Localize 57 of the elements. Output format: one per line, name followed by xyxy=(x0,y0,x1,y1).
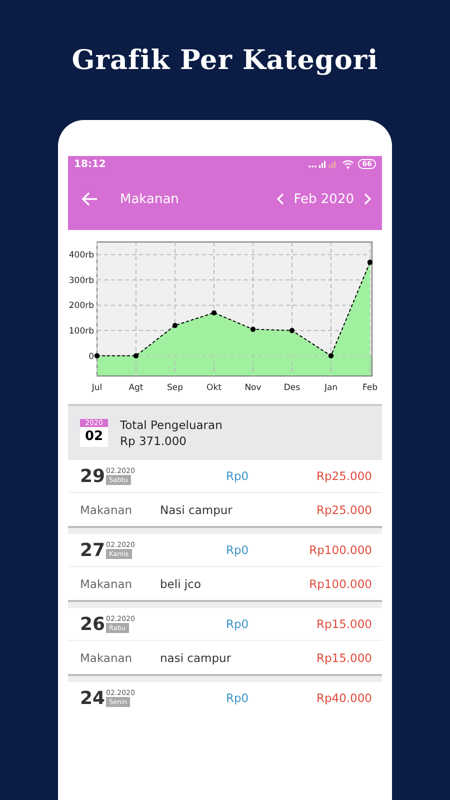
transaction-amount: Rp25.000 xyxy=(316,502,372,516)
y-tick-label: 0 xyxy=(88,352,94,362)
income-amount: Rp0 xyxy=(226,691,250,705)
next-month-icon[interactable] xyxy=(362,193,372,205)
transaction-row[interactable]: Makanan nasi campur Rp15.000 xyxy=(68,640,382,674)
income-amount: Rp0 xyxy=(226,469,250,483)
expense-amount: Rp100.000 xyxy=(309,543,372,557)
month-label: 02 xyxy=(84,428,104,446)
screen-title: Makanan xyxy=(120,192,180,206)
wifi-icon xyxy=(342,160,354,168)
banner-title: Grafik Per Kategori xyxy=(72,44,378,76)
expense-amount: Rp15.000 xyxy=(316,617,372,631)
x-tick-label: Des xyxy=(284,383,300,393)
y-tick-label: 400rb xyxy=(68,250,94,261)
y-tick-label: 100rb xyxy=(68,326,94,336)
transaction-amount: Rp100.000 xyxy=(309,576,372,590)
day-number: 26 xyxy=(80,614,106,634)
expense-amount: Rp25.000 xyxy=(316,469,372,483)
day-number: 27 xyxy=(80,540,106,560)
category-label: Makanan xyxy=(80,650,134,664)
data-point xyxy=(328,353,334,358)
data-point xyxy=(250,326,256,332)
summary-label: Total Pengeluaran xyxy=(120,418,222,432)
category-label: Makanan xyxy=(80,502,134,516)
note-text: Nasi campur xyxy=(160,502,234,516)
note-text: beli jco xyxy=(160,576,202,590)
note-text: nasi campur xyxy=(160,650,232,664)
x-tick-label: Nov xyxy=(244,383,262,393)
x-tick-label: Sep xyxy=(166,383,184,393)
back-icon[interactable] xyxy=(82,192,98,206)
transaction-row[interactable]: Makanan beli jco Rp100.000 xyxy=(68,566,382,600)
income-amount: Rp0 xyxy=(226,543,250,557)
previous-month-icon[interactable] xyxy=(276,193,286,205)
status-time: 18:12 xyxy=(74,158,106,170)
x-tick-label: Okt xyxy=(206,383,222,393)
data-point xyxy=(94,353,100,358)
y-tick-label: 200rb xyxy=(68,301,94,312)
data-point xyxy=(211,310,217,316)
transaction-amount: Rp15.000 xyxy=(316,650,372,664)
x-tick-label: Jan xyxy=(324,383,338,393)
day-number: 29 xyxy=(80,466,106,486)
x-tick-label: Agt xyxy=(128,383,144,393)
data-point xyxy=(133,353,139,358)
data-point xyxy=(367,260,373,265)
signal-icon xyxy=(308,160,338,168)
period-label: Feb 2020 xyxy=(294,192,354,206)
category-label: Makanan xyxy=(80,576,134,590)
transaction-row[interactable]: Makanan Nasi campur Rp25.000 xyxy=(68,492,382,526)
day-number: 24 xyxy=(80,688,106,708)
x-tick-label: Feb xyxy=(362,383,378,393)
x-tick-label: Jul xyxy=(92,383,102,393)
summary-total: Rp 371.000 xyxy=(120,434,188,448)
data-point xyxy=(172,322,178,328)
y-tick-label: 300rb xyxy=(68,276,94,286)
data-point xyxy=(289,328,295,334)
income-amount: Rp0 xyxy=(226,617,250,631)
expense-amount: Rp40.000 xyxy=(316,691,372,705)
